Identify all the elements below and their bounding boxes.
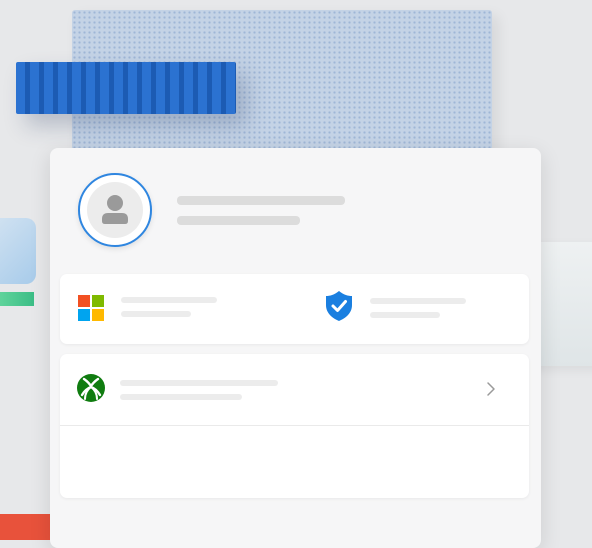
xbox-title-placeholder	[120, 380, 278, 386]
background-blue-block	[16, 62, 236, 114]
xbox-logo-icon	[77, 374, 105, 402]
services-panel	[60, 274, 529, 344]
background-right-lines	[536, 398, 592, 528]
xbox-panel	[60, 354, 529, 498]
shield-check-icon	[326, 291, 352, 321]
microsoft-service-item[interactable]	[60, 274, 294, 344]
profile-name-placeholder	[177, 196, 345, 205]
chevron-right-icon	[487, 382, 495, 396]
security-service-item[interactable]	[294, 274, 529, 344]
xbox-list-item[interactable]	[60, 354, 529, 425]
profile-email-placeholder	[177, 216, 300, 225]
background-red-block	[0, 514, 50, 540]
background-right-panel	[536, 242, 592, 366]
microsoft-title-placeholder	[121, 297, 217, 303]
background-green-strip	[0, 292, 34, 306]
security-subtitle-placeholder	[370, 312, 440, 318]
microsoft-logo-icon	[78, 295, 104, 321]
account-card	[50, 148, 541, 548]
xbox-subtitle-placeholder	[120, 394, 242, 400]
background-glass-shape	[0, 218, 36, 284]
microsoft-subtitle-placeholder	[121, 311, 191, 317]
person-icon	[87, 182, 143, 238]
security-title-placeholder	[370, 298, 466, 304]
empty-list-item	[60, 426, 529, 498]
avatar[interactable]	[78, 173, 152, 247]
